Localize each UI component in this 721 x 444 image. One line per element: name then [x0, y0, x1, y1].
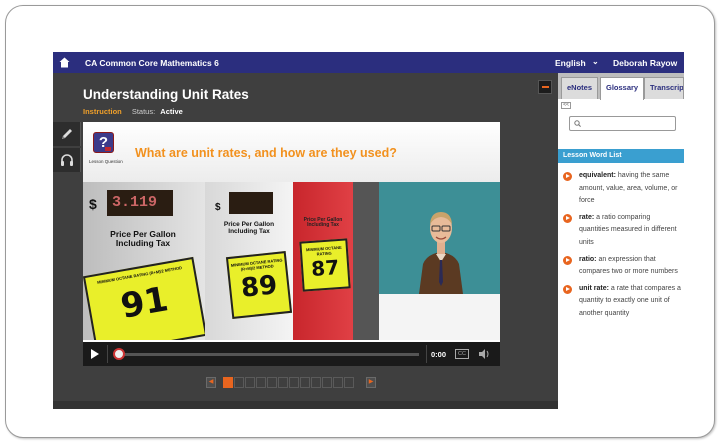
- octane-button-87: MINIMUM OCTANE RATING 87: [299, 238, 351, 292]
- gas-pump-left: $ 3.119 Price Per Gallon Including Tax M…: [83, 182, 208, 340]
- presenter-image: [419, 212, 463, 294]
- price-per-gallon-label-middle: Price Per Gallon Including Tax: [223, 221, 275, 235]
- list-item: equivalent: having the same amount, valu…: [563, 170, 681, 208]
- page-indicator[interactable]: [256, 377, 266, 388]
- time-display: 0:00: [431, 350, 447, 359]
- seek-handle[interactable]: [113, 348, 125, 360]
- price-per-gallon-label-right: Price Per Gallon Including Tax: [303, 217, 343, 229]
- video-frame: $ 3.119 Price Per Gallon Including Tax M…: [83, 182, 500, 340]
- page-indicator[interactable]: [289, 377, 299, 388]
- word-list-heading: Lesson Word List: [558, 149, 684, 163]
- glossary-search-input[interactable]: [569, 116, 676, 131]
- page-indicator[interactable]: [322, 377, 332, 388]
- tab-glossary[interactable]: Glossary: [600, 77, 645, 100]
- octane-button-89: MINIMUM OCTANE RATING (R+M)/2 METHOD 89: [225, 251, 293, 319]
- page-title: Understanding Unit Rates: [83, 87, 249, 102]
- page-indicator[interactable]: [245, 377, 255, 388]
- lesson-question-header: ? Lesson Question What are unit rates, a…: [83, 122, 500, 182]
- price-display: 3.119: [107, 190, 173, 216]
- lesson-question-text: What are unit rates, and how are they us…: [135, 146, 397, 160]
- price-per-gallon-label: Price Per Gallon Including Tax: [110, 229, 176, 248]
- pencil-tool-button[interactable]: [53, 122, 81, 146]
- word-list: equivalent: having the same amount, valu…: [563, 170, 681, 325]
- page-indicator[interactable]: [311, 377, 321, 388]
- page-indicator[interactable]: [278, 377, 288, 388]
- top-bar: CA Common Core Mathematics 6 English ⌄ D…: [53, 52, 684, 73]
- list-item: unit rate: a rate that compares a quanti…: [563, 283, 681, 321]
- previous-page-button[interactable]: ◀: [206, 377, 216, 388]
- page-indicator[interactable]: [333, 377, 343, 388]
- gas-pump-middle: $ Price Per Gallon Including Tax MINIMUM…: [205, 182, 293, 340]
- volume-icon[interactable]: [478, 348, 490, 360]
- play-icon[interactable]: [563, 284, 572, 294]
- video-controls: 0:00 CC: [83, 342, 500, 366]
- lesson-question-badge: Lesson Question: [89, 159, 123, 164]
- search-icon: [574, 120, 581, 128]
- lesson-subtitle: Instruction Status: Active: [83, 107, 183, 116]
- tab-transcript[interactable]: Transcript: [644, 77, 684, 99]
- play-icon[interactable]: [91, 349, 99, 359]
- page-indicator[interactable]: [267, 377, 277, 388]
- closed-captions-icon[interactable]: CC: [455, 349, 469, 359]
- list-item: ratio: an expression that compares two o…: [563, 254, 681, 279]
- course-title[interactable]: CA Common Core Mathematics 6: [85, 58, 219, 68]
- presenter-lower-area: [379, 294, 500, 340]
- page-indicator[interactable]: [223, 377, 233, 388]
- gas-pump-right: Price Per Gallon Including Tax MINIMUM O…: [293, 182, 353, 340]
- list-item: rate: a ratio comparing quantities measu…: [563, 212, 681, 250]
- language-selector[interactable]: English: [555, 58, 586, 68]
- chevron-down-icon[interactable]: ⌄: [592, 57, 599, 66]
- page-indicator[interactable]: [234, 377, 244, 388]
- panel-tabs: eNotes Glossary Transcript: [558, 73, 684, 100]
- page-indicator[interactable]: [300, 377, 310, 388]
- page-indicator[interactable]: [344, 377, 354, 388]
- pencil-icon: [62, 129, 72, 139]
- expand-toggle[interactable]: <<: [561, 102, 571, 109]
- audio-tool-button[interactable]: [53, 148, 81, 172]
- home-icon[interactable]: [59, 57, 70, 68]
- collapse-panel-button[interactable]: [538, 80, 552, 94]
- side-panel: eNotes Glossary Transcript << Lesson Wor…: [558, 73, 684, 409]
- tab-enotes[interactable]: eNotes: [561, 77, 599, 99]
- status-value: Active: [160, 107, 183, 116]
- question-mark-icon: ?: [93, 132, 114, 153]
- octane-button-91: MINIMUM OCTANE RATING (R+M)/2 METHOD 91: [83, 256, 208, 340]
- play-icon[interactable]: [563, 255, 572, 265]
- section-label: Instruction: [83, 107, 122, 116]
- user-name[interactable]: Deborah Rayow: [613, 58, 677, 68]
- headphones-icon: [61, 154, 73, 166]
- play-icon[interactable]: [563, 213, 572, 223]
- play-icon[interactable]: [563, 172, 572, 181]
- seek-bar[interactable]: [119, 353, 419, 356]
- app-window: CA Common Core Mathematics 6 English ⌄ D…: [53, 52, 684, 409]
- status-label: Status:: [131, 107, 156, 116]
- price-display-middle: [229, 192, 273, 214]
- video-player[interactable]: ? Lesson Question What are unit rates, a…: [83, 122, 500, 366]
- next-page-button[interactable]: ▶: [366, 377, 376, 388]
